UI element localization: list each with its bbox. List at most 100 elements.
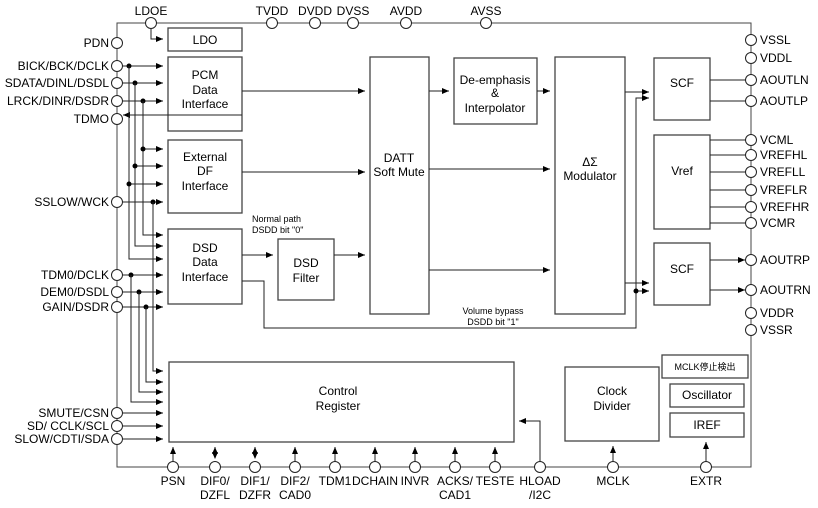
pin-label-vddl: VDDL: [760, 51, 792, 65]
pin-teste: [489, 461, 501, 473]
pin-label-vrefll: VREFLL: [760, 165, 806, 179]
iref-label: IREF: [693, 418, 720, 432]
pin-label-vreflr: VREFLR: [760, 183, 808, 197]
pin-vcml: [745, 134, 757, 146]
pin-vrefhr: [745, 201, 757, 213]
dsd-label-2: Data: [192, 255, 218, 269]
pin-label-mclk: MCLK: [596, 474, 629, 488]
pin-label-smute-csn: SMUTE/CSN: [38, 406, 109, 420]
pin-sdata-dinl-dsdl: [111, 77, 123, 89]
pin-label-dvdd: DVDD: [298, 4, 332, 18]
scf-right-label: SCF: [670, 262, 694, 276]
pin-label-slow-cdti-sda: SLOW/CDTI/SDA: [14, 432, 109, 446]
pin-dem0-dsdl: [111, 286, 123, 298]
pin-dif2: [289, 461, 301, 473]
input-bus-wires: [123, 63, 163, 442]
extdf-label-1: External: [183, 150, 227, 164]
pin-bick-bck-dclk: [111, 60, 123, 72]
pin-slow-cdti-sda: [111, 433, 123, 445]
pcm-label-1: PCM: [192, 68, 219, 82]
pcm-block: PCM Data Interface: [167, 56, 243, 132]
pin-label-pdn: PDN: [84, 36, 109, 50]
pin-label-vcmr: VCMR: [760, 216, 796, 230]
pin-psn: [167, 461, 179, 473]
block-diagram: LDO PCM Data Interface External DF Inter…: [5, 4, 811, 502]
extdf-label-3: Interface: [182, 179, 229, 193]
extdf-label-2: DF: [197, 164, 213, 178]
pin-aoutlp: [745, 95, 757, 107]
pin-tdm1: [329, 461, 341, 473]
pin-vddl: [745, 52, 757, 64]
pin-label-aoutlp: AOUTLP: [760, 94, 808, 108]
clock-label-2: Divider: [593, 399, 630, 413]
scf-right-block: SCF: [653, 242, 711, 306]
pin-label-tvdd: TVDD: [256, 4, 289, 18]
pin-label-vssr: VSSR: [760, 323, 793, 337]
ldo-label: LDO: [193, 33, 218, 47]
pin-avdd: [400, 17, 412, 29]
pin-aoutrn: [745, 284, 757, 296]
pin-vcmr: [745, 217, 757, 229]
datt-label-2: Soft Mute: [373, 165, 425, 179]
pin-vssl: [745, 34, 757, 46]
control-register-block: Control Register: [168, 361, 515, 443]
oscillator-block: Oscillator: [669, 383, 745, 408]
pin-label-avdd: AVDD: [390, 4, 423, 18]
pin-label-vrefhr: VREFHR: [760, 200, 810, 214]
pin-invr: [409, 461, 421, 473]
pin-label-sslow-wck: SSLOW/WCK: [34, 195, 109, 209]
mclk-detect-block: MCLK停止検出: [661, 354, 749, 379]
pin-label-dzfl: DZFL: [200, 488, 230, 502]
pin-label-dchain: DCHAIN: [352, 474, 398, 488]
pin-pdn: [111, 37, 123, 49]
iref-block: IREF: [669, 412, 745, 438]
external-df-block: External DF Interface: [167, 139, 243, 214]
pin-label-bick-bck-dclk: BICK/BCK/DCLK: [18, 59, 109, 73]
pin-label-vddr: VDDR: [760, 306, 794, 320]
vref-label: Vref: [671, 164, 693, 178]
dsd-label-1: DSD: [192, 241, 218, 255]
control-label-2: Register: [316, 399, 361, 413]
mclk-detect-label: MCLK停止検出: [674, 361, 735, 372]
pin-label-sdata-dinl-dsdl: SDATA/DINL/DSDL: [5, 76, 110, 90]
volume-bypass-note-2: DSDD bit "1": [467, 317, 518, 327]
pin-tvdd: [266, 17, 278, 29]
pin-label-gain-dsdr: GAIN/DSDR: [42, 300, 109, 314]
pin-gain-dsdr: [111, 301, 123, 313]
clock-divider-block: Clock Divider: [564, 366, 660, 442]
pin-label-vcml: VCML: [760, 133, 794, 147]
pin-vssr: [745, 324, 757, 336]
pin-vreflr: [745, 184, 757, 196]
pin-label-vssl: VSSL: [760, 33, 791, 47]
datt-block: DATT Soft Mute: [369, 56, 430, 315]
pin-avss: [480, 17, 492, 29]
pin-label-cad0: CAD0: [279, 488, 311, 502]
clock-label-1: Clock: [597, 384, 628, 398]
dsdfilter-label-2: Filter: [293, 271, 320, 285]
normal-path-note-1: Normal path: [252, 214, 301, 224]
pin-acks: [449, 461, 461, 473]
volume-bypass-note-1: Volume bypass: [462, 306, 524, 316]
pin-label-aoutrn: AOUTRN: [760, 283, 811, 297]
oscillator-label: Oscillator: [682, 388, 732, 402]
pin-label-ldoe: LDOE: [135, 4, 168, 18]
pin-label-i2c: /I2C: [529, 488, 551, 502]
pin-tdmo: [111, 113, 123, 125]
pcm-label-3: Interface: [182, 97, 229, 111]
pin-label-psn: PSN: [161, 474, 186, 488]
pin-label-tdmo: TDMO: [74, 112, 109, 126]
normal-path-note-2: DSDD bit "0": [252, 225, 303, 235]
pin-label-invr: INVR: [401, 474, 430, 488]
pin-label-extr: EXTR: [690, 474, 722, 488]
pin-label-hload: HLOAD: [519, 474, 561, 488]
datt-label-1: DATT: [384, 151, 415, 165]
pin-label-tdm0-dclk: TDM0/DCLK: [41, 268, 109, 282]
pin-label-avss: AVSS: [470, 4, 501, 18]
pin-vddr: [745, 307, 757, 319]
pin-mclk: [607, 461, 619, 473]
dsdfilter-label-1: DSD: [293, 256, 319, 270]
pin-vrefll: [745, 166, 757, 178]
pin-dvdd: [309, 17, 321, 29]
pin-label-tdm1: TDM1: [319, 474, 352, 488]
pin-extr: [700, 461, 712, 473]
